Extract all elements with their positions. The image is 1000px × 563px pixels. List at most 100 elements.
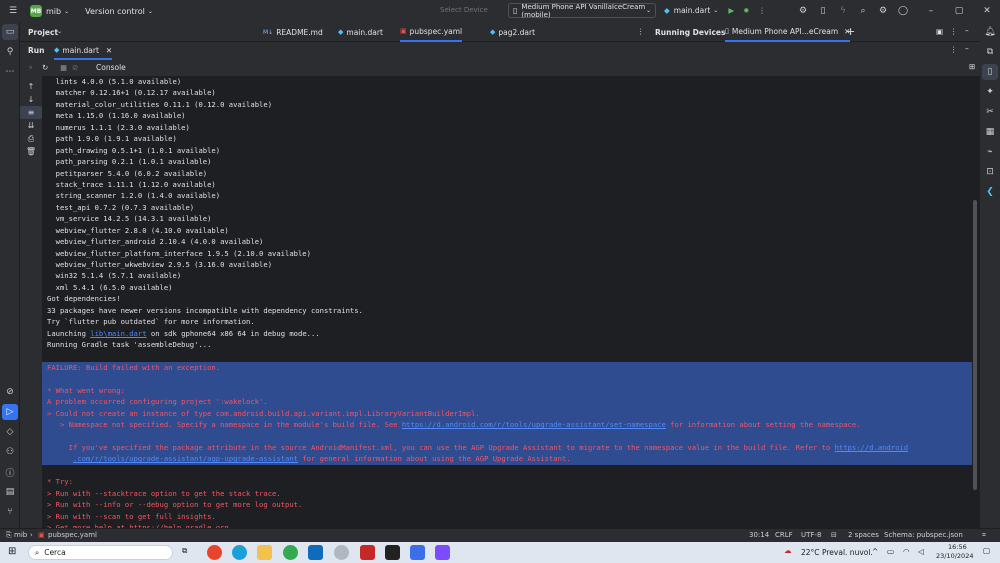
close-tab-icon[interactable]: ✕: [106, 46, 112, 55]
tabs-more-icon[interactable]: ⋮: [637, 27, 645, 36]
terminal-app-icon[interactable]: [385, 545, 400, 560]
logcat-icon[interactable]: ⊘: [0, 382, 20, 402]
run-icon[interactable]: ▶: [728, 6, 734, 15]
windows-start-icon[interactable]: ⊞: [8, 546, 16, 557]
console-link[interactable]: https://d.android.com/r/tools/upgrade-as…: [402, 420, 666, 429]
notification-center-icon[interactable]: ▢: [983, 546, 990, 555]
hide-run-panel-icon[interactable]: –: [965, 44, 969, 53]
clock-time[interactable]: 16:56: [948, 543, 967, 551]
clear-all-icon[interactable]: 🗑︎: [20, 145, 42, 158]
print-icon[interactable]: ⎙: [20, 132, 42, 145]
outlook-icon[interactable]: [308, 545, 323, 560]
soft-wrap-icon[interactable]: ≡: [20, 106, 42, 119]
file-encoding[interactable]: UTF-8: [801, 531, 821, 539]
json-schema[interactable]: Schema: pubspec.json: [884, 531, 963, 539]
run-tab-main-dart[interactable]: ◆ main.dart ✕: [54, 42, 113, 60]
chat-icon[interactable]: [334, 545, 349, 560]
breadcrumb-file[interactable]: pubspec.yaml: [48, 531, 97, 539]
hot-reload-icon[interactable]: ⚙: [796, 4, 810, 18]
maximize-icon[interactable]: ▢: [952, 4, 966, 18]
close-icon[interactable]: ✕: [980, 4, 994, 18]
panel-more-icon[interactable]: ⋮: [950, 27, 958, 36]
search-icon[interactable]: ⌕: [856, 4, 870, 18]
weather-temp[interactable]: 22°C: [801, 548, 820, 557]
flutter-outline-icon[interactable]: ❮: [980, 182, 1000, 202]
scroll-to-end-icon[interactable]: ⇊: [20, 119, 42, 132]
chrome-canary-icon[interactable]: [207, 545, 222, 560]
running-devices-icon[interactable]: ▯: [982, 64, 998, 80]
layout-icon[interactable]: ▣: [936, 27, 943, 36]
network-icon[interactable]: ▭: [887, 547, 894, 556]
memory-icon[interactable]: ⌗: [982, 531, 986, 540]
run-config-selector[interactable]: ◆ main.dart ⌄ ▶ ✹ ⋮: [664, 3, 766, 18]
run-panel-more-icon[interactable]: ⋮: [950, 45, 958, 54]
version-control-menu[interactable]: Version control: [85, 7, 145, 16]
project-panel-title[interactable]: Project: [28, 28, 58, 37]
console-tab[interactable]: Console: [96, 63, 126, 72]
tab-main-dart[interactable]: ◆ main.dart: [338, 22, 383, 42]
file-explorer-icon[interactable]: [257, 545, 272, 560]
flash-icon[interactable]: ϟ: [836, 4, 850, 18]
gemini-icon[interactable]: ✦: [980, 82, 1000, 102]
scroll-down-icon[interactable]: ↓: [20, 93, 42, 106]
console-scrollbar[interactable]: [973, 200, 977, 490]
git-icon[interactable]: ⑂: [0, 502, 20, 522]
caret-position[interactable]: 30:14: [749, 531, 769, 539]
app-quality-icon[interactable]: ◇: [0, 422, 20, 442]
more-tools-icon[interactable]: ⋯: [0, 62, 20, 82]
tab-pubspec[interactable]: ▣ pubspec.yaml: [400, 22, 463, 42]
task-view-icon[interactable]: ⧉: [182, 546, 187, 556]
breadcrumb-project[interactable]: mib: [14, 531, 27, 539]
tab-readme[interactable]: M↓ README.md: [263, 22, 323, 42]
gradle-icon[interactable]: ⧉: [980, 42, 1000, 62]
tab-device[interactable]: ▯ Medium Phone API...eCream ✕: [725, 22, 851, 42]
notifications-icon[interactable]: 🔔︎: [980, 22, 1000, 42]
device-explorer-icon[interactable]: ▦: [980, 122, 1000, 142]
filezilla-icon[interactable]: [360, 545, 375, 560]
device-manager-icon[interactable]: ▯: [816, 4, 830, 18]
terminal-icon[interactable]: ▤: [0, 482, 20, 502]
run-tool-icon[interactable]: ▷: [2, 404, 18, 420]
console-link[interactable]: lib\main.dart: [90, 329, 146, 338]
tray-chevron-icon[interactable]: ^: [872, 547, 878, 556]
account-icon[interactable]: ◯: [896, 4, 910, 18]
project-tool-icon[interactable]: ▭: [2, 24, 18, 40]
reload-icon[interactable]: ↻: [42, 63, 48, 72]
volume-icon[interactable]: ◁: [918, 547, 924, 556]
edge-icon[interactable]: [232, 545, 247, 560]
hamburger-menu-icon[interactable]: ☰: [6, 4, 20, 18]
problems-icon[interactable]: ⓘ: [0, 462, 20, 482]
hide-panel-icon[interactable]: –: [965, 26, 969, 35]
add-device-icon[interactable]: +: [846, 25, 855, 38]
indent-setting[interactable]: 2 spaces: [848, 531, 879, 539]
line-separator[interactable]: CRLF: [775, 531, 793, 539]
select-device-dropdown[interactable]: Select Device: [440, 6, 488, 14]
stop-icon[interactable]: ■: [60, 63, 67, 72]
settings-icon[interactable]: ⚙: [876, 4, 890, 18]
layout-settings-icon[interactable]: ⊞: [969, 62, 975, 71]
android-studio-icon[interactable]: [410, 545, 425, 560]
attach-icon[interactable]: ⊘: [72, 63, 78, 72]
lock-icon[interactable]: ⊟: [831, 531, 837, 539]
clock-date[interactable]: 23/10/2024: [936, 552, 973, 560]
more-actions-icon[interactable]: ⋮: [758, 6, 766, 15]
flutter-inspector-icon[interactable]: ✂: [980, 102, 1000, 122]
debug-icon[interactable]: ✹: [743, 6, 749, 15]
emulator-icon[interactable]: ⌁: [980, 142, 1000, 162]
layout-inspector-icon[interactable]: ⊡: [980, 162, 1000, 182]
app-inspection-icon[interactable]: ⚇: [0, 442, 20, 462]
console-output[interactable]: lints 4.0.0 (5.1.0 available) matcher 0.…: [42, 76, 972, 542]
weather-desc[interactable]: Preval. nuvol.: [822, 548, 873, 557]
console-link[interactable]: https://d.android: [835, 443, 909, 452]
console-link[interactable]: .com/r/tools/upgrade-assistant/agp-upgra…: [73, 454, 298, 463]
rerun-icon[interactable]: ⚡: [28, 63, 33, 72]
scroll-up-icon[interactable]: ↑: [20, 80, 42, 93]
device-selector[interactable]: ▯ Medium Phone API VanillaIceCream (mobi…: [508, 3, 656, 19]
project-name[interactable]: mib: [46, 7, 61, 16]
minimize-icon[interactable]: –: [924, 4, 938, 18]
wifi-icon[interactable]: ◠: [903, 547, 910, 556]
taskbar-search[interactable]: ⌕ Cerca: [28, 545, 173, 560]
structure-tool-icon[interactable]: ⚲: [0, 42, 20, 62]
app-icon[interactable]: [435, 545, 450, 560]
chrome-icon[interactable]: [283, 545, 298, 560]
